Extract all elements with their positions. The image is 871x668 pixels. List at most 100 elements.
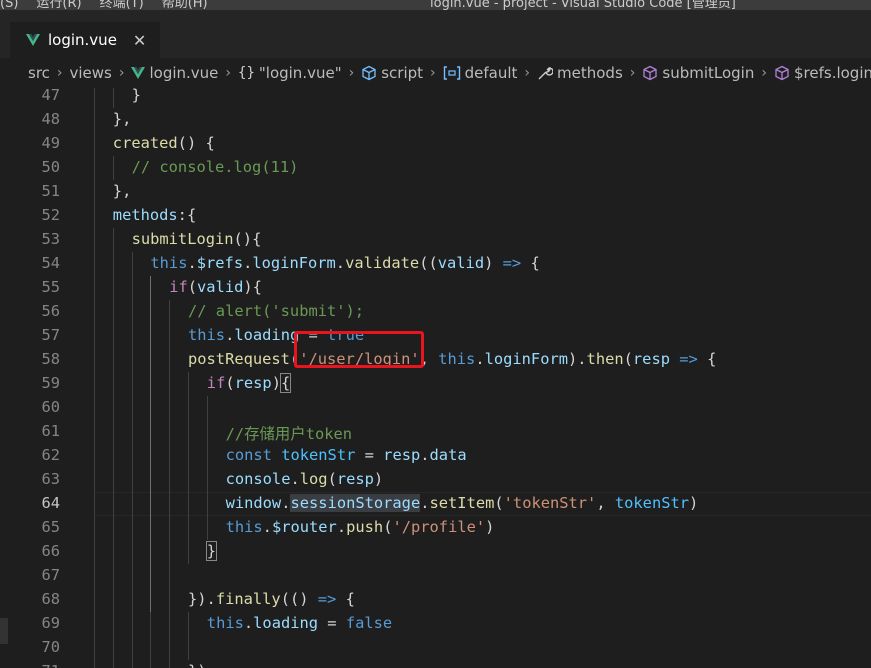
code-line[interactable]: 64 window.sessionStorage.setItem('tokenSt… <box>0 492 871 516</box>
code-text: }, <box>113 182 132 200</box>
code-token: submitLogin <box>131 230 234 248</box>
code-line[interactable]: 71}) <box>0 660 871 668</box>
menu-item[interactable]: 运行(R) <box>36 0 81 10</box>
code-token: $refs <box>196 254 244 272</box>
code-line[interactable]: 67 <box>0 564 871 588</box>
code-line[interactable]: 49 created() { <box>0 132 871 156</box>
code-token: sessionStorage <box>290 494 421 512</box>
line-number: 55 <box>41 278 60 296</box>
line-number: 56 <box>41 302 60 320</box>
code-token: created <box>112 134 178 152</box>
code-line[interactable]: 62 const tokenStr = resp.data <box>0 444 871 468</box>
breadcrumb-item[interactable]: views <box>70 64 112 82</box>
indent-guide <box>112 588 114 612</box>
code-token: (){ <box>233 230 262 248</box>
line-number: 59 <box>41 374 60 392</box>
code-text: window.sessionStorage.setItem('tokenStr'… <box>225 494 698 512</box>
code-token: }, <box>112 182 132 200</box>
indent-guide <box>150 420 152 444</box>
indent-guide <box>94 660 95 668</box>
indent-guide <box>169 420 171 444</box>
code-token: $router <box>271 518 337 536</box>
indent-guide <box>131 372 133 396</box>
breadcrumb-item[interactable]: submitLogin <box>642 64 754 82</box>
code-line[interactable]: 56 // alert('submit'); <box>0 300 871 324</box>
indent-guide <box>94 636 95 660</box>
indent-guide <box>169 372 171 396</box>
breadcrumb-item[interactable]: login.vue <box>131 64 218 82</box>
breadcrumb-item[interactable]: methods <box>537 64 623 82</box>
indent-guide <box>112 228 114 252</box>
code-line[interactable]: 59 if(resp){ <box>0 372 871 396</box>
code-token: . <box>225 326 235 344</box>
breadcrumb-item[interactable]: $refs.login <box>774 64 871 82</box>
code-token: } <box>131 88 141 104</box>
code-token: }). <box>188 590 216 608</box>
indent-guide <box>112 252 114 276</box>
vue-icon <box>26 34 40 46</box>
indent-guide <box>131 468 133 492</box>
indent-guide <box>169 444 171 468</box>
indent-guide <box>206 516 208 540</box>
indent-guide <box>131 612 133 636</box>
menu-item[interactable]: 终端(T) <box>100 0 144 10</box>
breadcrumb-label: script <box>381 64 424 82</box>
indent-guide <box>188 420 189 444</box>
code-line[interactable]: 63 console.log(resp) <box>0 468 871 492</box>
code-line[interactable]: 48}, <box>0 108 871 132</box>
code-token: window <box>225 494 282 512</box>
code-token: resp <box>234 374 272 392</box>
breadcrumb-item[interactable]: src <box>28 64 50 82</box>
menu-bar: (S) 运行(R) 终端(T) 帮助(H) <box>0 0 226 10</box>
chevron-right-icon: › <box>225 65 232 81</box>
breadcrumb-item[interactable]: {} "login.vue" <box>238 64 342 82</box>
code-text: }, <box>113 110 132 128</box>
breadcrumb-item[interactable]: script <box>361 64 423 82</box>
chevron-right-icon: › <box>629 65 636 81</box>
indent-guide <box>94 516 95 540</box>
tab-login-vue[interactable]: login.vue ✕ <box>10 22 160 58</box>
code-line[interactable]: 65 this.$router.push('/profile') <box>0 516 871 540</box>
code-line[interactable]: 60 <box>0 396 871 420</box>
code-token: , <box>596 494 615 512</box>
code-line[interactable]: 68}).finally(() => { <box>0 588 871 612</box>
menu-item[interactable]: (S) <box>0 0 18 10</box>
line-number: 65 <box>41 518 60 536</box>
indent-guide <box>169 516 171 540</box>
code-line[interactable]: 61 //存储用户token <box>0 420 871 444</box>
code-line[interactable]: 51}, <box>0 180 871 204</box>
indent-guide <box>169 492 171 516</box>
code-line[interactable]: 69 this.loading = false <box>0 612 871 636</box>
indent-guide <box>188 492 189 516</box>
indent-guide <box>94 348 95 372</box>
breadcrumb-item[interactable]: default <box>443 64 517 82</box>
code-line[interactable]: 54 this.$refs.loginForm.validate((valid) … <box>0 252 871 276</box>
indent-guide <box>150 564 152 588</box>
code-line[interactable]: 47} <box>0 88 871 108</box>
close-icon[interactable]: ✕ <box>133 31 146 50</box>
tab-strip: login.vue ✕ <box>0 10 871 58</box>
code-line[interactable]: 53 submitLogin(){ <box>0 228 871 252</box>
code-line[interactable]: 70 <box>0 636 871 660</box>
indent-guide <box>131 276 133 300</box>
code-line[interactable]: 50 // console.log(11) <box>0 156 871 180</box>
code-line[interactable]: 52 methods:{ <box>0 204 871 228</box>
code-line[interactable]: 66} <box>0 540 871 564</box>
code-token: . <box>187 254 197 272</box>
code-line[interactable]: 58 postRequest('/user/login', this.loginF… <box>0 348 871 372</box>
code-text: submitLogin(){ <box>132 230 262 248</box>
code-text: postRequest('/user/login', this.loginFor… <box>188 350 716 368</box>
code-text: const tokenStr = resp.data <box>226 446 467 464</box>
code-line[interactable]: 55 if(valid){ <box>0 276 871 300</box>
indent-guide <box>112 540 114 564</box>
code-token: console <box>225 470 291 488</box>
indent-guide <box>94 564 95 588</box>
code-token: = <box>318 614 346 632</box>
menu-item[interactable]: 帮助(H) <box>162 0 208 10</box>
code-token: ). <box>568 350 587 368</box>
code-editor[interactable]: 47} 48}, 49 created() {50// console.log(11)… <box>0 88 871 668</box>
title-bar: (S) 运行(R) 终端(T) 帮助(H) login.vue - project -… <box>0 0 871 10</box>
code-line[interactable]: 57 this.loading = true <box>0 324 871 348</box>
indent-guide <box>94 204 95 228</box>
